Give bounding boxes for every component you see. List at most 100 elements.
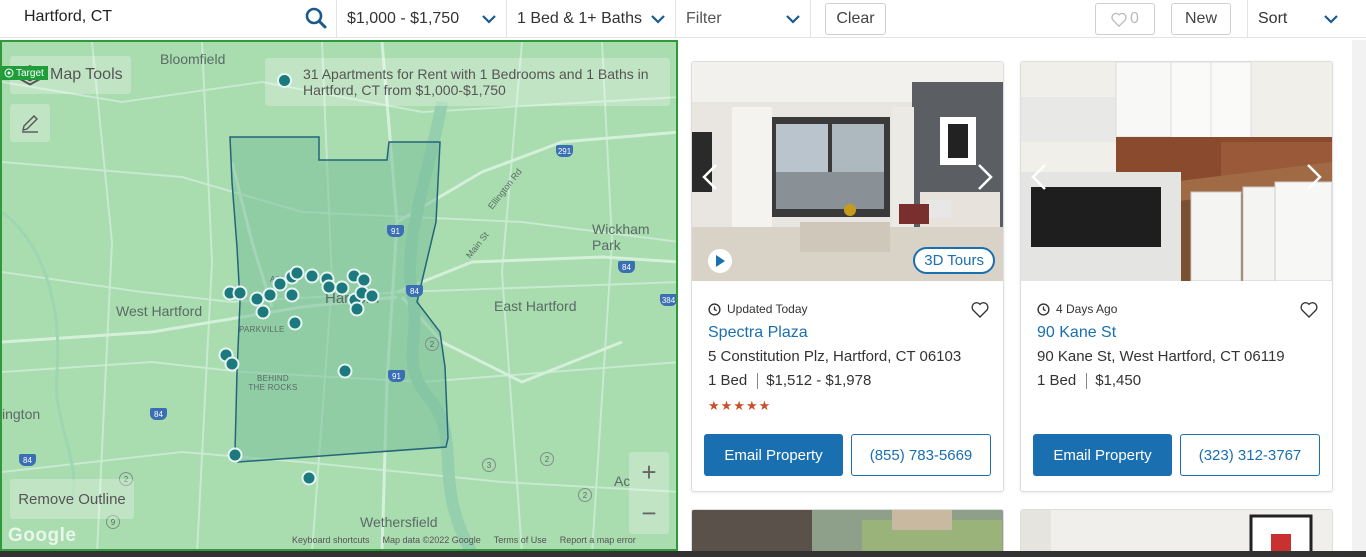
updated-text: 4 Days Ago — [1056, 302, 1118, 316]
favorites-button[interactable]: 0 — [1095, 3, 1155, 35]
interior-photo — [1021, 510, 1332, 557]
place-label: West Hartford — [116, 303, 203, 319]
target-icon — [4, 68, 14, 78]
phone-button[interactable]: (323) 312-3767 — [1180, 434, 1320, 476]
listing-card[interactable]: 3D Tours Updated Today Spectra Plaza 5 C… — [691, 61, 1004, 492]
heart-icon — [1111, 12, 1127, 27]
map-pin[interactable] — [334, 280, 350, 296]
property-name-link[interactable]: 90 Kane St — [1037, 324, 1116, 342]
route-shield: 91 — [387, 225, 404, 237]
map-pin[interactable] — [255, 304, 271, 320]
property-meta: 1 Bed $1,450 — [1037, 372, 1141, 389]
target-tag-label: Target — [16, 67, 44, 79]
zoom-out-button[interactable]: − — [629, 493, 669, 534]
favorites-count: 0 — [1130, 10, 1139, 27]
property-beds: 1 Bed — [708, 372, 748, 389]
results-summary: 31 Apartments for Rent with 1 Bedrooms a… — [265, 58, 670, 106]
beds-dropdown[interactable]: 1 Bed & 1+ Baths — [507, 0, 676, 38]
map-data-label: Map data ©2022 Google — [382, 535, 481, 545]
map-pin[interactable] — [232, 285, 248, 301]
chevron-right-icon[interactable] — [1304, 162, 1324, 192]
draw-button[interactable] — [10, 104, 50, 142]
search-icon[interactable] — [304, 6, 328, 30]
map-pin[interactable] — [364, 288, 380, 304]
place-label: Wickham Park — [592, 221, 650, 253]
map-attribution: Keyboard shortcuts Map data ©2022 Google… — [292, 535, 636, 545]
filter-bar: $1,000 - $1,750 1 Bed & 1+ Baths Filter … — [0, 0, 1366, 38]
place-label: Bloomfield — [160, 51, 226, 67]
property-price: $1,512 - $1,978 — [766, 372, 872, 389]
3d-tours-badge[interactable]: 3D Tours — [913, 247, 995, 274]
map-pin[interactable] — [287, 315, 303, 331]
email-property-button[interactable]: Email Property — [704, 434, 843, 476]
filter-dropdown[interactable]: Filter — [676, 0, 811, 38]
target-tag: Target — [2, 66, 48, 80]
results-text: 31 Apartments for Rent with 1 Bedrooms a… — [303, 66, 649, 98]
route-shield: 2 — [540, 452, 554, 466]
listings-panel: 3D Tours Updated Today Spectra Plaza 5 C… — [680, 40, 1366, 557]
map-pin[interactable] — [349, 301, 365, 317]
clear-button[interactable]: Clear — [825, 3, 886, 35]
keyboard-shortcuts-link[interactable]: Keyboard shortcuts — [292, 535, 370, 545]
map-pin[interactable] — [227, 447, 243, 463]
place-label: ington — [2, 406, 41, 422]
place-label: Wethersfield — [360, 514, 438, 530]
property-address: 90 Kane St, West Hartford, CT 06119 — [1037, 348, 1285, 365]
window-bottom-edge — [0, 551, 1366, 557]
listing-photo[interactable] — [1021, 62, 1332, 281]
route-shield: 2 — [578, 488, 592, 502]
map-pin[interactable] — [289, 265, 305, 281]
chevron-left-icon[interactable] — [1029, 162, 1049, 192]
map-view[interactable]: Target Bloomfield West Hartford East Har… — [0, 40, 678, 551]
email-property-button[interactable]: Email Property — [1033, 434, 1172, 476]
search-input[interactable] — [24, 8, 294, 26]
place-label: East Hartford — [494, 298, 577, 314]
new-button[interactable]: New — [1171, 3, 1231, 35]
route-shield: 91 — [388, 370, 405, 382]
map-pin[interactable] — [284, 287, 300, 303]
route-shield: 84 — [150, 408, 167, 420]
property-name-link[interactable]: Spectra Plaza — [708, 324, 808, 342]
zoom-in-button[interactable]: + — [629, 452, 669, 493]
chevron-down-icon — [1324, 14, 1338, 24]
route-shield: 291 — [556, 145, 573, 157]
listing-card-peek[interactable] — [1020, 509, 1333, 557]
terms-link[interactable]: Terms of Use — [494, 535, 547, 545]
clock-icon — [708, 302, 721, 316]
place-label: PARKVILLE — [239, 325, 285, 334]
search-container — [0, 0, 337, 37]
map-tools-label: Map Tools — [50, 66, 123, 83]
property-address: 5 Constitution Plz, Hartford, CT 06103 — [708, 348, 962, 365]
map-pin[interactable] — [304, 268, 320, 284]
price-dropdown[interactable]: $1,000 - $1,750 — [337, 0, 507, 38]
chevron-down-icon — [651, 14, 665, 24]
route-shield: 84 — [19, 454, 36, 466]
listing-photo[interactable]: 3D Tours — [692, 62, 1003, 281]
route-shield: 384 — [660, 294, 676, 306]
filter-dropdown-label: Filter — [686, 10, 722, 27]
property-beds: 1 Bed — [1037, 372, 1077, 389]
updated-text: Updated Today — [727, 302, 808, 316]
pin-icon — [277, 73, 292, 88]
favorite-heart-icon[interactable] — [1300, 301, 1318, 318]
remove-outline-button[interactable]: Remove Outline — [10, 479, 134, 519]
updated-status: 4 Days Ago — [1037, 302, 1117, 316]
clock-icon — [1037, 302, 1050, 316]
updated-status: Updated Today — [708, 302, 808, 316]
map-pin[interactable] — [301, 470, 317, 486]
listing-card[interactable]: 4 Days Ago 90 Kane St 90 Kane St, West H… — [1020, 61, 1333, 492]
scrollbar[interactable] — [1352, 40, 1366, 557]
report-error-link[interactable]: Report a map error — [560, 535, 636, 545]
phone-button[interactable]: (855) 783-5669 — [851, 434, 991, 476]
play-video-button[interactable] — [708, 249, 732, 273]
chevron-right-icon[interactable] — [975, 162, 995, 192]
property-price: $1,450 — [1095, 372, 1142, 389]
sort-dropdown[interactable]: Sort — [1247, 0, 1348, 38]
listing-card-peek[interactable] — [691, 509, 1004, 557]
favorite-heart-icon[interactable] — [971, 301, 989, 318]
chevron-down-icon — [482, 14, 496, 24]
chevron-left-icon[interactable] — [700, 162, 720, 192]
map-pin[interactable] — [337, 363, 353, 379]
map-pin[interactable] — [224, 356, 240, 372]
route-shield: 84 — [406, 285, 423, 297]
